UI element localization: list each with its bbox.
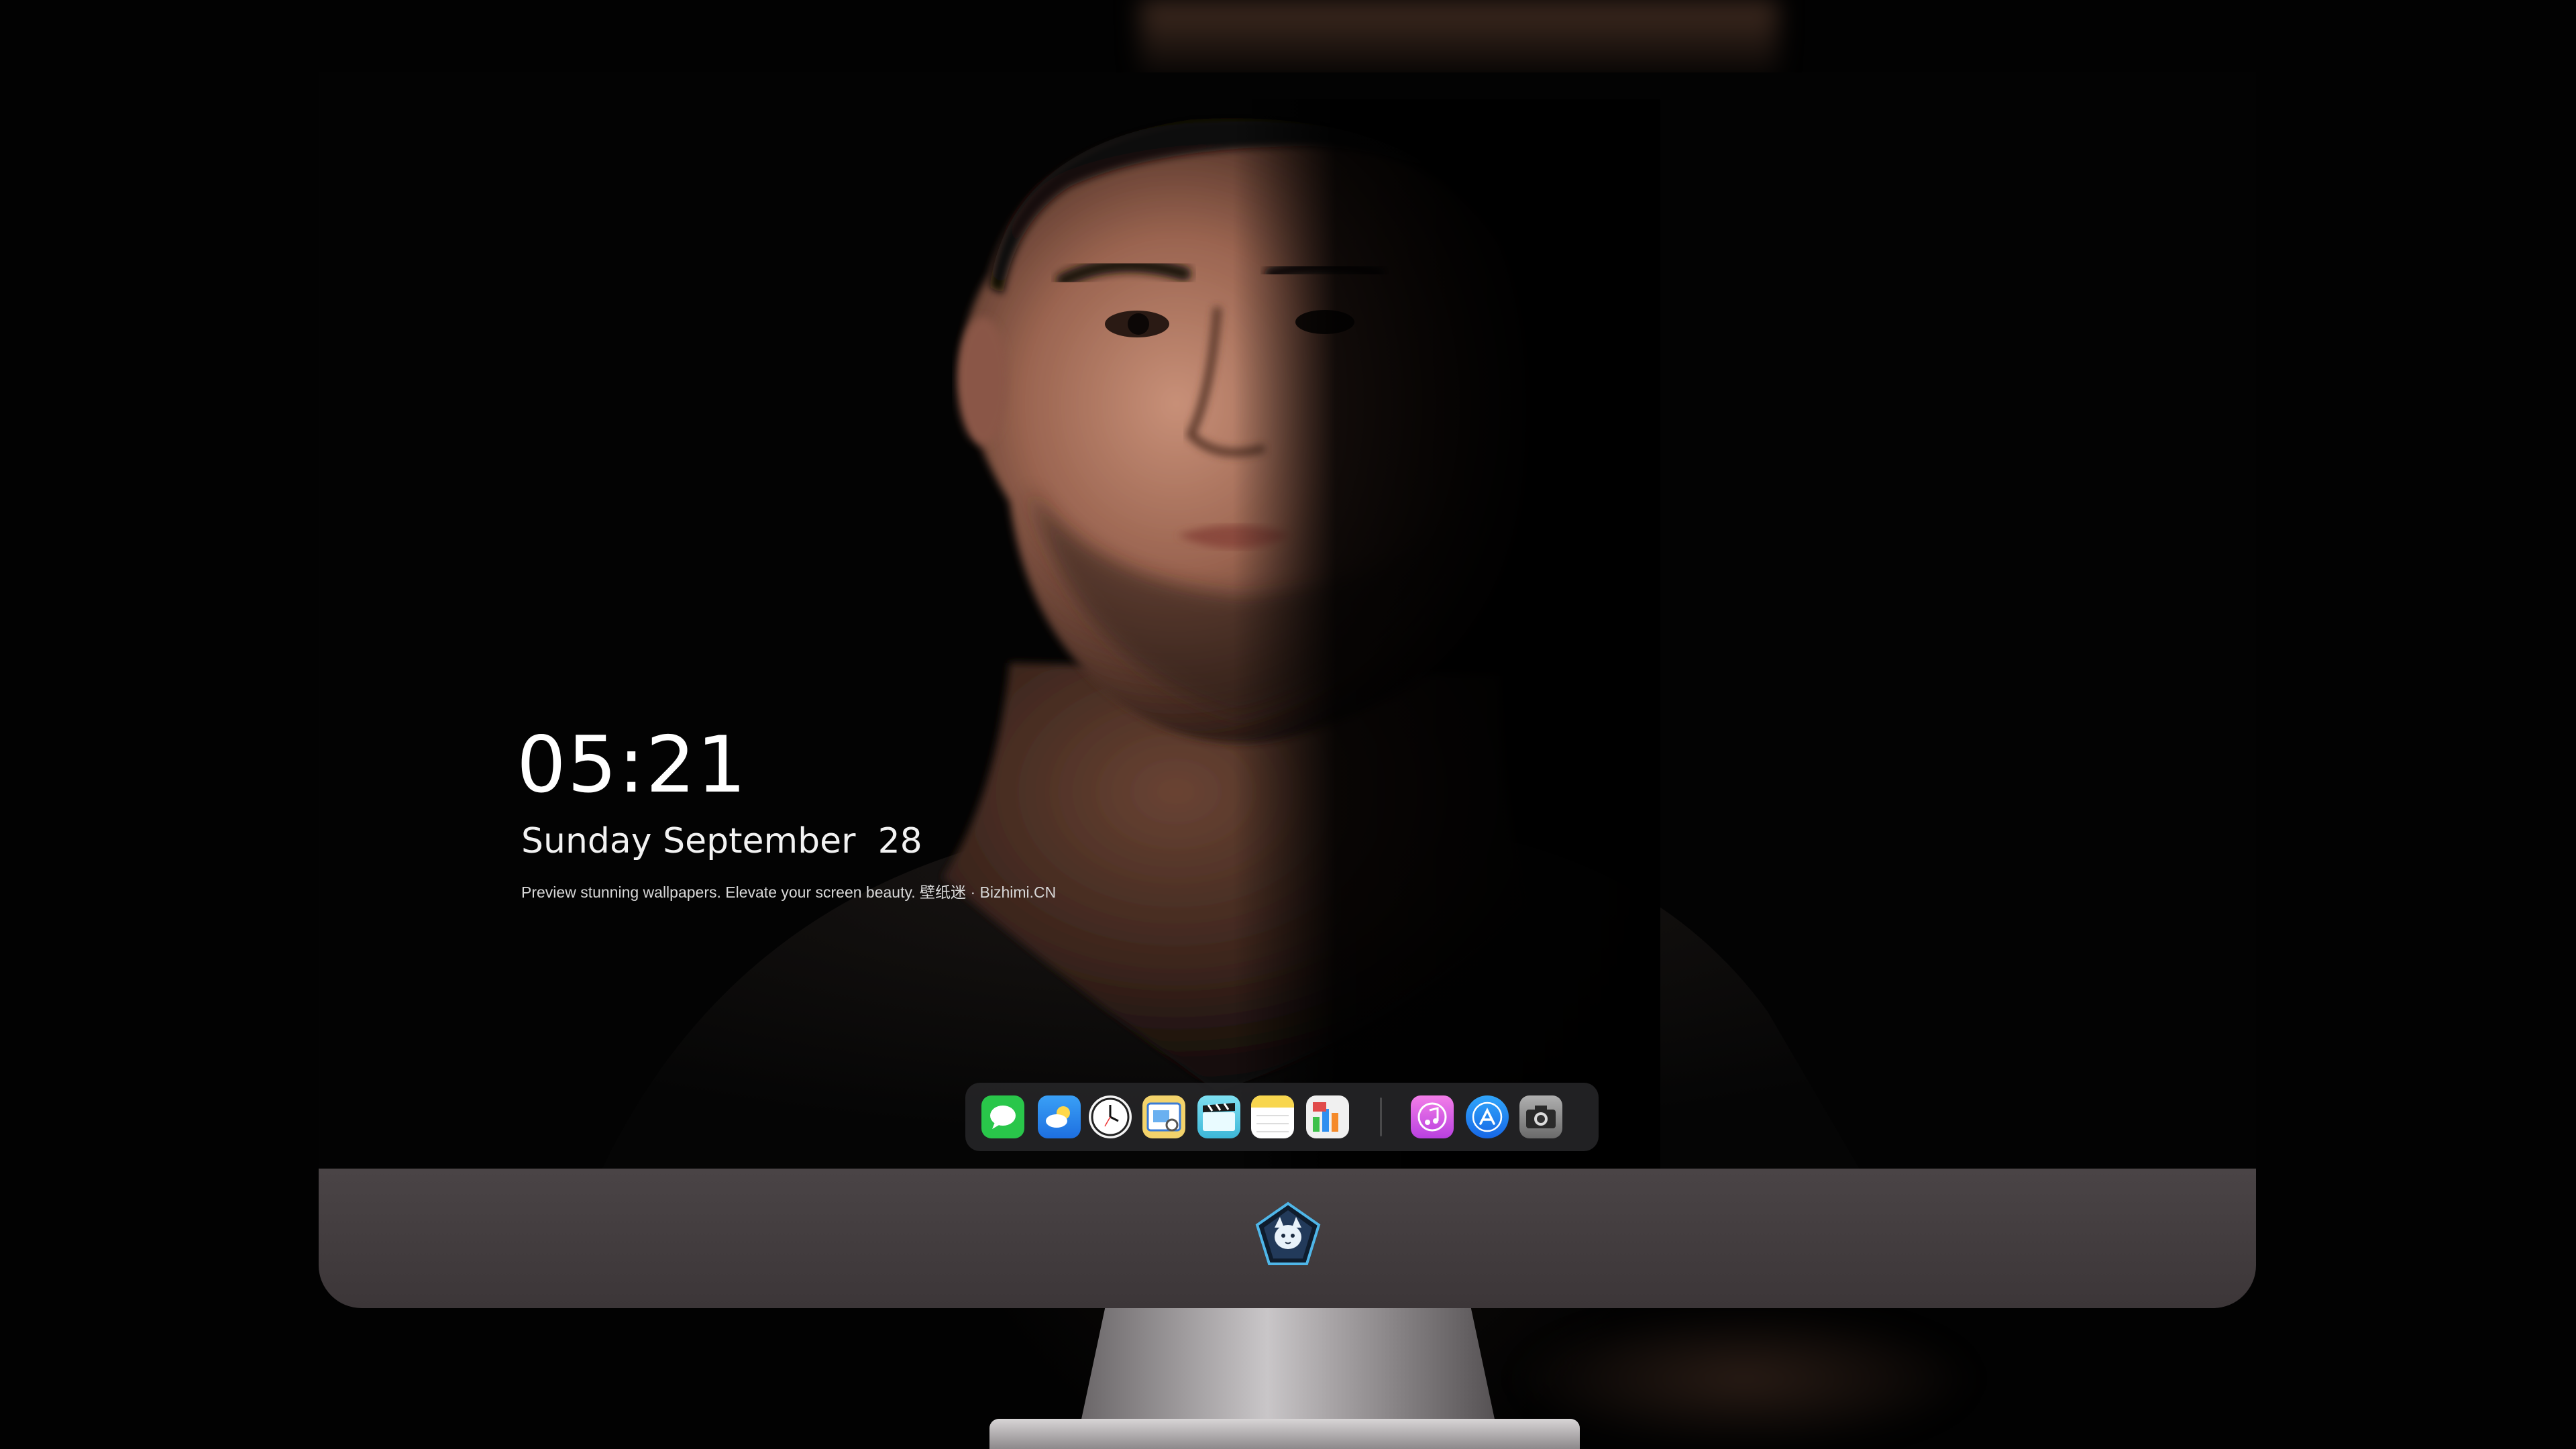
dock-separator xyxy=(1380,1097,1382,1136)
preview-icon[interactable] xyxy=(1142,1095,1185,1138)
desktop-stage: 05:21 Sunday September 28 Preview stunni… xyxy=(0,0,2576,1449)
background-blur-top xyxy=(1140,0,1778,80)
fox-logo-icon xyxy=(1254,1201,1322,1268)
background-blur-bottom xyxy=(1509,1308,1979,1449)
lockscreen-date: Sunday September 28 xyxy=(521,821,922,861)
portrait-wallpaper xyxy=(319,72,2256,1173)
camera-icon[interactable] xyxy=(1519,1095,1562,1138)
notes-icon[interactable] xyxy=(1251,1095,1294,1138)
clock-icon[interactable] xyxy=(1089,1095,1132,1138)
dock xyxy=(965,1083,1599,1151)
clips-icon[interactable] xyxy=(1197,1095,1240,1138)
app-store-icon[interactable] xyxy=(1466,1095,1509,1138)
lockscreen-clock: 05:21 xyxy=(517,720,748,810)
monitor-stand-base xyxy=(989,1419,1580,1449)
messages-icon[interactable] xyxy=(981,1095,1024,1138)
monitor-screen: 05:21 Sunday September 28 Preview stunni… xyxy=(319,72,2256,1173)
monitor-stand xyxy=(1080,1308,1496,1426)
weather-icon[interactable] xyxy=(1038,1095,1081,1138)
lockscreen-tagline: Preview stunning wallpapers. Elevate you… xyxy=(521,883,1057,901)
itunes-icon[interactable] xyxy=(1411,1095,1454,1138)
numbers-icon[interactable] xyxy=(1306,1095,1349,1138)
